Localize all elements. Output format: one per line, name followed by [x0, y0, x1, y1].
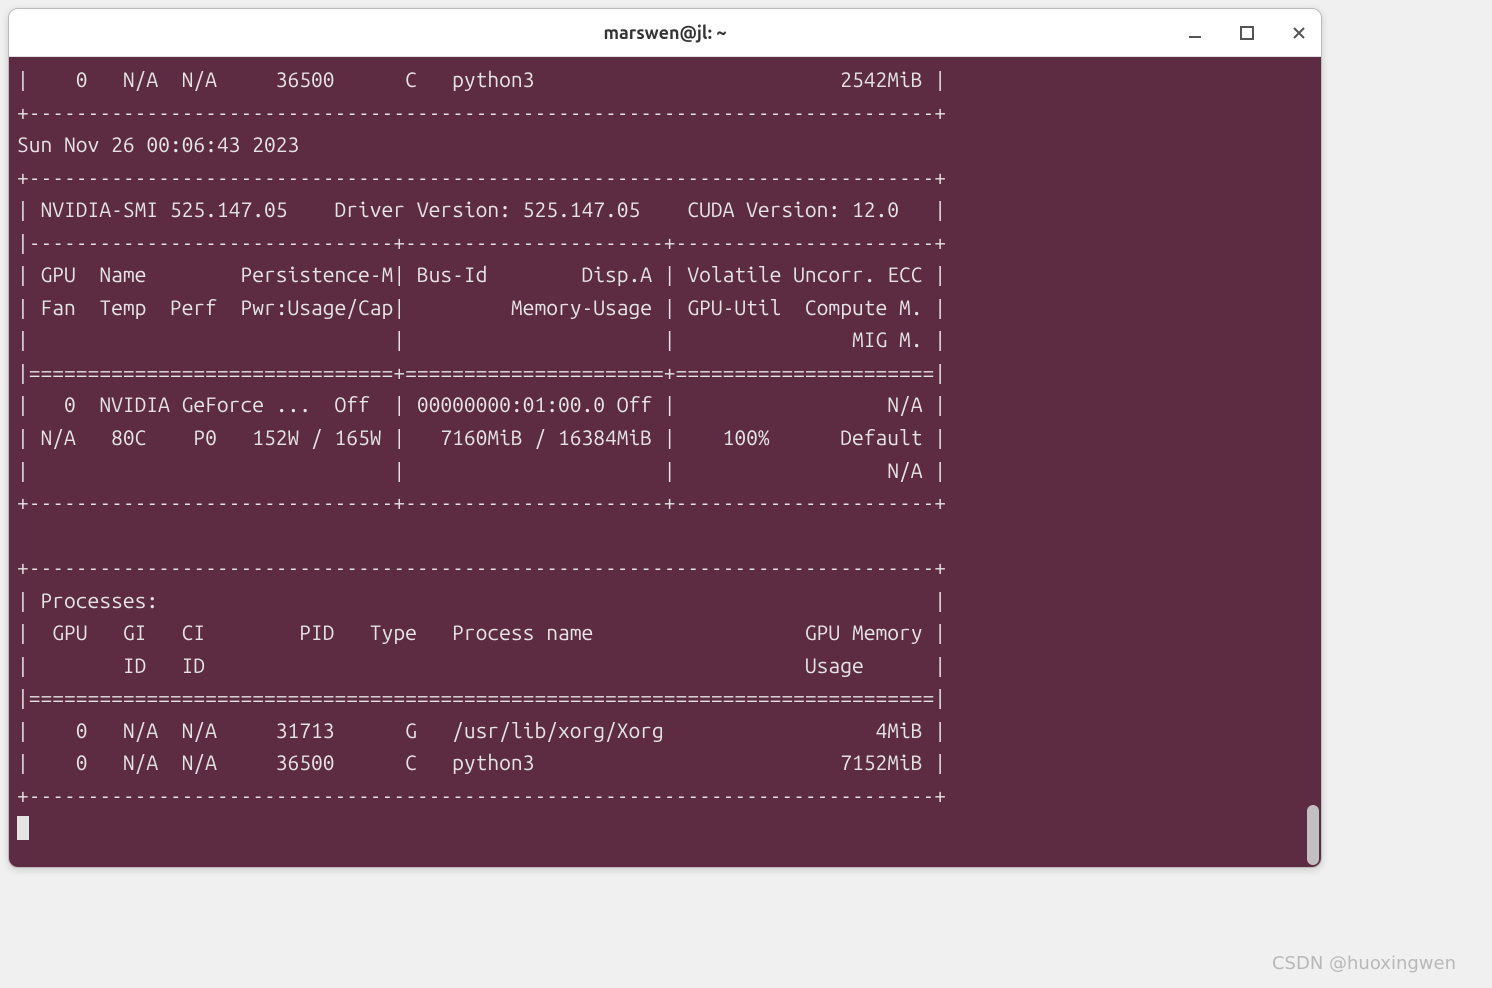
- out-line: [17, 523, 946, 547]
- out-line: +---------------------------------------…: [17, 165, 946, 189]
- cursor: [17, 816, 29, 840]
- maximize-button[interactable]: [1235, 21, 1259, 45]
- nvidia-smi-header: | NVIDIA-SMI 525.147.05 Driver Version: …: [17, 197, 946, 221]
- scrollbar-thumb[interactable]: [1307, 805, 1319, 865]
- out-line: +---------------------------------------…: [17, 783, 946, 807]
- terminal-output[interactable]: | 0 N/A N/A 36500 C python3 2542MiB | +-…: [9, 57, 1321, 867]
- proc-header-2: | ID ID Usage |: [17, 653, 946, 677]
- gpu-header-3: | | | MIG M. |: [17, 327, 946, 351]
- out-line: +---------------------------------------…: [17, 555, 946, 579]
- out-line: | 0 N/A N/A 36500 C python3 2542MiB |: [17, 67, 946, 91]
- gpu-header-2: | Fan Temp Perf Pwr:Usage/Cap| Memory-Us…: [17, 295, 946, 319]
- scrollbar[interactable]: [1305, 59, 1319, 865]
- proc-row: | 0 N/A N/A 36500 C python3 7152MiB |: [17, 750, 946, 774]
- out-line: |=======================================…: [17, 685, 946, 709]
- proc-row: | 0 N/A N/A 31713 G /usr/lib/xorg/Xorg 4…: [17, 718, 946, 742]
- timestamp-line: Sun Nov 26 00:06:43 2023: [17, 132, 299, 156]
- titlebar: marswen@jl: ~: [9, 9, 1321, 57]
- out-line: |===============================+=======…: [17, 360, 946, 384]
- out-line: +-------------------------------+-------…: [17, 490, 946, 514]
- window-title: marswen@jl: ~: [604, 23, 727, 43]
- proc-header-1: | GPU GI CI PID Type Process name GPU Me…: [17, 620, 946, 644]
- gpu-row-2: | N/A 80C P0 152W / 165W | 7160MiB / 163…: [17, 425, 946, 449]
- gpu-row-3: | | | N/A |: [17, 458, 946, 482]
- window-controls: [1183, 9, 1311, 57]
- out-line: |-------------------------------+-------…: [17, 230, 946, 254]
- gpu-header-1: | GPU Name Persistence-M| Bus-Id Disp.A …: [17, 262, 946, 286]
- terminal-window: marswen@jl: ~ | 0 N/A N/A 36500 C python…: [8, 8, 1322, 868]
- gpu-row-1: | 0 NVIDIA GeForce ... Off | 00000000:01…: [17, 392, 946, 416]
- out-line: +---------------------------------------…: [17, 100, 946, 124]
- processes-label: | Processes: |: [17, 588, 946, 612]
- close-button[interactable]: [1287, 21, 1311, 45]
- watermark: CSDN @huoxingwen: [1272, 953, 1456, 974]
- minimize-button[interactable]: [1183, 21, 1207, 45]
